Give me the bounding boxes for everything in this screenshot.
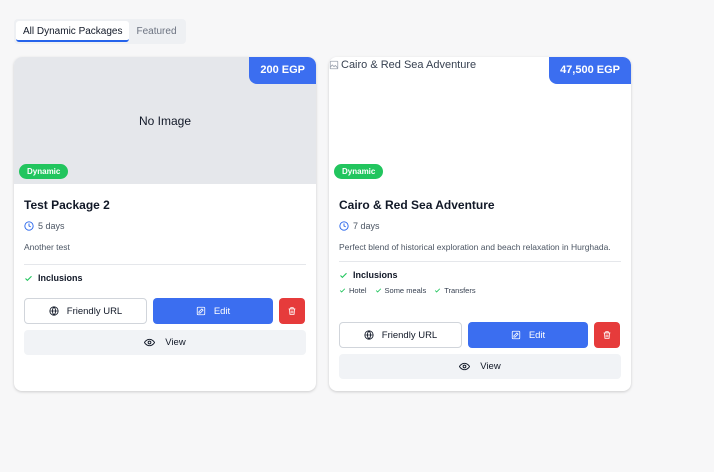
inclusion-item: Transfers [434,286,476,295]
duration: 5 days [24,221,306,231]
delete-button[interactable] [594,322,620,348]
friendly-url-label: Friendly URL [66,305,123,317]
friendly-url-button[interactable]: Friendly URL [339,322,462,348]
friendly-url-button[interactable]: Friendly URL [24,298,147,324]
dynamic-badge: Dynamic [334,164,384,179]
package-title: Test Package 2 [24,198,110,212]
duration-text: 5 days [38,221,65,231]
inclusions-heading: Inclusions [339,270,621,280]
package-description: Perfect blend of historical exploration … [339,242,611,252]
check-icon [25,275,32,281]
globe-icon [364,330,374,340]
package-tabs: All Dynamic Packages Featured [14,19,186,44]
edit-button[interactable]: Edit [468,322,588,348]
price-badge: 200 EGP [249,57,316,84]
inclusion-label: Transfers [444,286,476,295]
edit-label: Edit [213,305,231,317]
view-button[interactable]: View [24,330,306,355]
package-card: No Image 200 EGP Dynamic Test Package 2 … [14,57,316,391]
friendly-url-label: Friendly URL [381,329,438,341]
eye-icon [144,338,156,347]
view-button[interactable]: View [339,354,621,379]
check-icon [435,288,441,293]
inclusion-label: Some meals [384,286,427,295]
inclusion-label: Hotel [349,286,367,295]
check-icon [340,272,347,278]
eye-icon [459,362,471,371]
edit-label: Edit [528,329,546,341]
broken-image: Cairo & Red Sea Adventure [329,59,476,71]
package-description: Another test [24,242,70,252]
tab-featured[interactable]: Featured [129,21,183,42]
check-icon [339,288,346,293]
inclusions-heading: Inclusions [24,273,306,283]
inclusions-list: Hotel Some meals Transfers [339,286,621,295]
tab-all-dynamic-packages[interactable]: All Dynamic Packages [16,21,130,42]
price-badge: 47,500 EGP [549,57,631,84]
inclusion-item: Hotel [339,286,367,295]
clock-icon [24,221,34,231]
package-card: Cairo & Red Sea Adventure 47,500 EGP Dyn… [329,57,631,391]
broken-image-icon [329,60,339,70]
inclusion-item: Some meals [375,286,427,295]
image-alt-text: Cairo & Red Sea Adventure [341,59,477,71]
divider [24,264,306,265]
dynamic-badge: Dynamic [19,164,69,179]
duration: 7 days [339,221,621,231]
card-image: Cairo & Red Sea Adventure 47,500 EGP Dyn… [329,57,631,184]
no-image-text: No Image [138,113,192,128]
delete-button[interactable] [279,298,305,324]
trash-icon [603,331,611,339]
trash-icon [288,307,296,315]
globe-icon [49,306,59,316]
clock-icon [339,221,349,231]
edit-icon [196,306,205,316]
duration-text: 7 days [353,221,380,231]
view-label: View [165,337,186,348]
inclusions-label: Inclusions [353,270,398,280]
edit-icon [511,330,520,340]
divider [339,261,621,262]
card-image-placeholder: No Image 200 EGP Dynamic [14,57,316,184]
check-icon [375,288,381,293]
edit-button[interactable]: Edit [153,298,273,324]
inclusions-label: Inclusions [38,273,83,283]
package-title: Cairo & Red Sea Adventure [339,198,495,212]
view-label: View [480,361,501,372]
